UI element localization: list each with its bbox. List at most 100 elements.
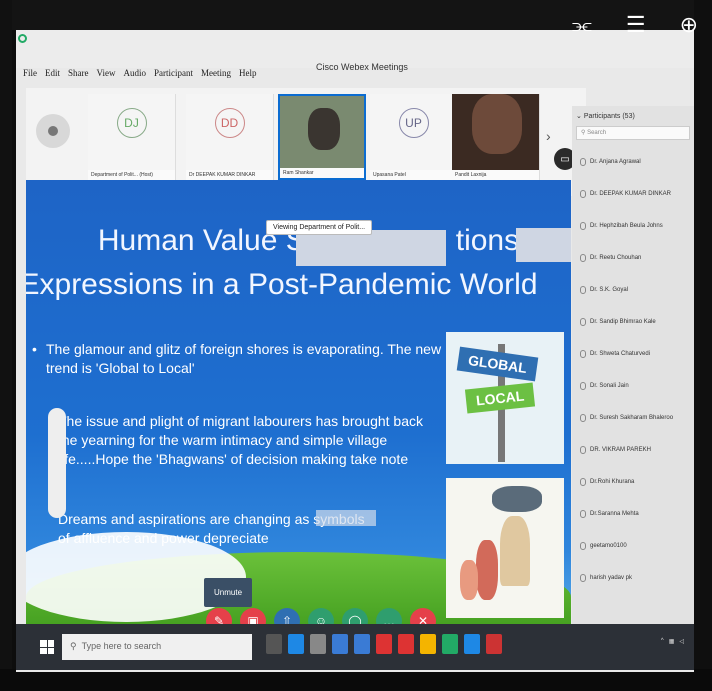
calculator-icon[interactable] — [310, 634, 326, 654]
menu-edit[interactable]: Edit — [44, 66, 61, 84]
list-item[interactable]: Dr. DEEPAK KUMAR DINKAR — [572, 178, 694, 210]
microphone-icon — [580, 382, 586, 390]
list-item[interactable]: Dr.Saranna Mehta — [572, 498, 694, 530]
participant-video — [472, 94, 522, 154]
monitor-bezel-bottom — [0, 669, 712, 691]
video-tile[interactable]: UP Upasana Patel — [370, 94, 458, 180]
list-item[interactable]: Dr. Reetu Chouhan — [572, 242, 694, 274]
webex-window: Cisco Webex Meetings File Edit Share Vie… — [16, 30, 694, 672]
video-tile[interactable]: Pandit Laxnija — [452, 94, 540, 180]
slide-bullet: The issue and plight of migrant labourer… — [58, 413, 423, 467]
tile-name: Upasana Patel — [370, 170, 457, 180]
volume-icon[interactable]: ◁ — [679, 638, 684, 645]
unmute-tooltip: Unmute — [204, 578, 253, 607]
tile-name: Department of Polit... (Host) — [88, 170, 175, 180]
menu-share[interactable]: Share — [67, 66, 90, 84]
participant-name: DR. VIKRAM PAREKH — [590, 447, 651, 453]
list-item[interactable]: Dr. Sonali Jain — [572, 370, 694, 402]
menu-meeting[interactable]: Meeting — [200, 66, 232, 84]
sign-local: LOCAL — [464, 382, 536, 414]
tile-name: Ram Shankar — [280, 168, 364, 178]
participants-panel: ⌄ Participants (53) ⚲ Search Dr. Anjana … — [572, 106, 694, 646]
menu-view[interactable]: View — [96, 66, 117, 84]
app-icon[interactable] — [464, 634, 480, 654]
add-icon[interactable]: ⊕ — [680, 12, 698, 38]
microphone-icon — [580, 222, 586, 230]
avatar: DD — [214, 108, 245, 138]
participant-name: Dr. Anjana Agrawal — [590, 159, 641, 165]
phone-toolbar: ⫘ ☰ ⊕ — [572, 12, 698, 38]
microphone-icon — [580, 574, 586, 582]
participant-name: harish yadav pk — [590, 575, 633, 581]
microphone-icon — [580, 478, 586, 486]
annotation-toolbar[interactable] — [48, 408, 66, 518]
menu-bar: File Edit Share View Audio Participant M… — [16, 66, 694, 84]
list-item[interactable]: Dr. S.K. Goyal — [572, 274, 694, 306]
woman-shape — [476, 540, 498, 600]
global-local-illustration: GLOBAL LOCAL — [446, 332, 564, 464]
app-icon[interactable] — [376, 634, 392, 654]
app-icon[interactable] — [354, 634, 370, 654]
chevron-up-icon[interactable]: ^ — [661, 638, 664, 645]
participant-name: Dr. Sandip Bhimrao Kale — [590, 319, 656, 325]
webex-taskbar-icon[interactable] — [442, 634, 458, 654]
list-item[interactable]: Dr. Suresh Sakharam Bhaleroo — [572, 402, 694, 434]
menu-help[interactable]: Help — [238, 66, 258, 84]
video-tile[interactable]: DD Dr DEEPAK KUMAR DINKAR — [186, 94, 274, 180]
redaction-box — [316, 510, 376, 526]
participants-title: Participants (53) — [583, 113, 635, 120]
search-icon: ⚲ — [581, 130, 586, 136]
participant-name: Dr. Sonali Jain — [590, 383, 629, 389]
participant-name: Dr. Reetu Chouhan — [590, 255, 642, 261]
avatar: UP — [398, 108, 429, 138]
participants-header[interactable]: ⌄ Participants (53) — [572, 106, 694, 126]
list-item[interactable]: geetamo0100 — [572, 530, 694, 562]
participant-name: Dr.Rohi Khurana — [590, 479, 635, 485]
title-part-right: tions — [455, 224, 520, 257]
chevron-right-icon[interactable]: › — [546, 128, 551, 144]
edge-icon[interactable] — [288, 634, 304, 654]
migrant-illustration — [446, 478, 564, 618]
app-icon[interactable] — [398, 634, 414, 654]
app-icon[interactable] — [332, 634, 348, 654]
taskbar-icons — [266, 634, 502, 654]
man-shape — [500, 516, 530, 586]
redaction-box — [296, 230, 446, 266]
camera-toggle-button[interactable] — [36, 114, 70, 148]
chrome-icon[interactable] — [420, 634, 436, 654]
system-tray: ^ ▦ ◁ — [661, 638, 684, 645]
menu-participant[interactable]: Participant — [153, 66, 194, 84]
menu-audio[interactable]: Audio — [122, 66, 147, 84]
list-item[interactable]: Dr. Shweta Chaturvedi — [572, 338, 694, 370]
windows-start-icon[interactable] — [40, 640, 54, 654]
shared-slide: Human Value Stions Expressions in a Post… — [26, 180, 571, 642]
video-tile[interactable]: DJ Department of Polit... (Host) — [88, 94, 176, 180]
participant-name: Dr.Saranna Mehta — [590, 511, 639, 517]
windows-taskbar: ⚲ Type here to search ^ ▦ ◁ — [16, 624, 694, 670]
list-item[interactable]: harish yadav pk — [572, 562, 694, 594]
webex-app-icon — [18, 34, 27, 43]
participant-name: Dr. Hephzibah Beula Johns — [590, 223, 663, 229]
participants-search-input[interactable]: ⚲ Search — [576, 126, 690, 140]
share-icon[interactable]: ⫘ — [572, 12, 592, 38]
adjust-icon[interactable]: ☰ — [626, 12, 646, 38]
list-item[interactable]: DR. VIKRAM PAREKH — [572, 434, 694, 466]
slide-bullet: The glamour and glitz of foreign shores … — [32, 340, 446, 378]
tile-name: Dr DEEPAK KUMAR DINKAR — [186, 170, 273, 180]
microphone-icon — [580, 254, 586, 262]
slide-title-line2: Expressions in a Post-Pandemic World — [26, 268, 538, 301]
chevron-down-icon: ⌄ — [576, 113, 582, 120]
taskbar-search-input[interactable]: ⚲ Type here to search — [62, 634, 252, 660]
video-tile-active[interactable]: Ram Shankar — [278, 94, 366, 180]
app-icon[interactable] — [486, 634, 502, 654]
camera-icon — [48, 126, 58, 136]
list-item[interactable]: Dr. Hephzibah Beula Johns — [572, 210, 694, 242]
network-icon[interactable]: ▦ — [669, 638, 675, 645]
participant-name: geetamo0100 — [590, 543, 627, 549]
participant-name: Dr. Shweta Chaturvedi — [590, 351, 651, 357]
task-view-icon[interactable] — [266, 634, 282, 654]
list-item[interactable]: Dr. Sandip Bhimrao Kale — [572, 306, 694, 338]
menu-file[interactable]: File — [22, 66, 38, 84]
list-item[interactable]: Dr. Anjana Agrawal — [572, 146, 694, 178]
list-item[interactable]: Dr.Rohi Khurana — [572, 466, 694, 498]
